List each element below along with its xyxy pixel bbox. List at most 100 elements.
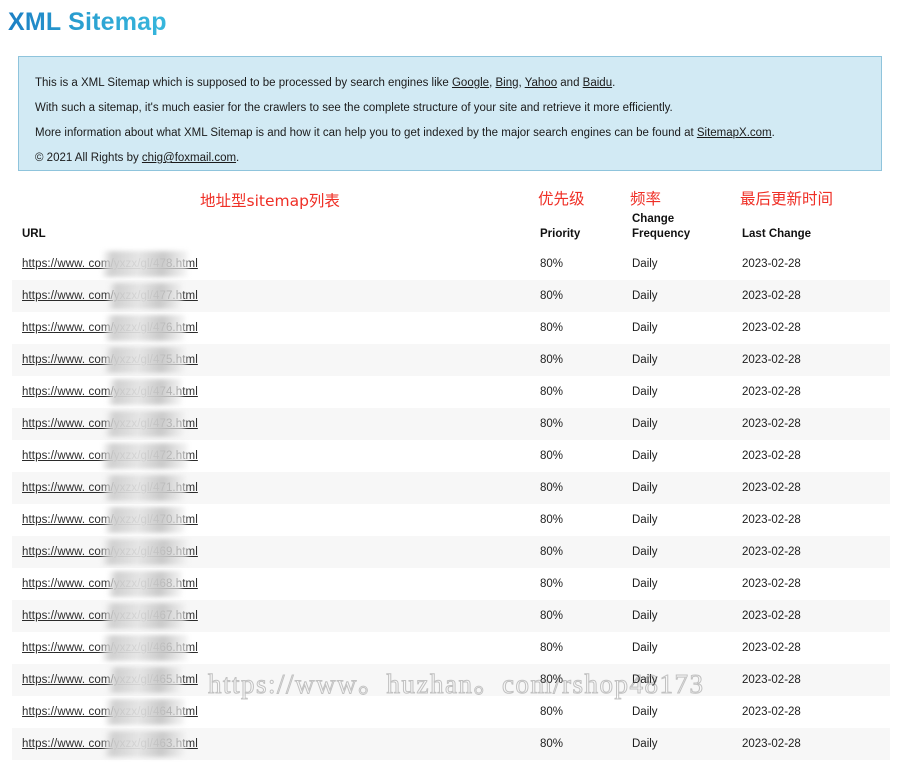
cell-url: https://www. com/yxzx/gl/470.html	[12, 504, 530, 536]
cell-frequency: Daily	[622, 600, 732, 632]
cell-priority: 80%	[530, 312, 622, 344]
cell-url: https://www. com/yxzx/gl/478.html	[12, 248, 530, 280]
url-link[interactable]: https://www. com/yxzx/gl/468.html	[22, 578, 198, 590]
cell-url: https://www. com/yxzx/gl/467.html	[12, 600, 530, 632]
url-link[interactable]: https://www. com/yxzx/gl/470.html	[22, 514, 198, 526]
info-line-1-text: This is a XML Sitemap which is supposed …	[35, 77, 452, 89]
sitemapx-link[interactable]: SitemapX.com	[697, 127, 772, 139]
cell-last-change: 2023-02-28	[732, 312, 890, 344]
table-row: https://www. com/yxzx/gl/470.html 80% Dail…	[12, 504, 890, 536]
baidu-link[interactable]: Baidu	[583, 77, 612, 89]
table-row: https://www. com/yxzx/gl/474.html 80% Dail…	[12, 376, 890, 408]
cell-frequency: Daily	[622, 728, 732, 760]
annotation-frequency: 频率	[630, 190, 662, 208]
column-header-frequency-label: Frequency	[632, 228, 691, 240]
column-header-priority[interactable]: 优先级 Priority	[530, 182, 622, 248]
url-link[interactable]: https://www. com/yxzx/gl/474.html	[22, 386, 198, 398]
author-email-link[interactable]: chig@foxmail.com	[142, 152, 236, 164]
info-line-3-text: More information about what XML Sitemap …	[35, 127, 697, 139]
url-link[interactable]: https://www. com/yxzx/gl/465.html	[22, 674, 198, 686]
table-row: https://www. com/yxzx/gl/467.html 80% Dail…	[12, 600, 890, 632]
cell-priority: 80%	[530, 344, 622, 376]
url-link[interactable]: https://www. com/yxzx/gl/475.html	[22, 354, 198, 366]
cell-frequency: Daily	[622, 472, 732, 504]
table-row: https://www. com/yxzx/gl/478.html 80% Dail…	[12, 248, 890, 280]
cell-frequency: Daily	[622, 312, 732, 344]
url-link[interactable]: https://www. com/yxzx/gl/472.html	[22, 450, 198, 462]
cell-last-change: 2023-02-28	[732, 408, 890, 440]
cell-url: https://www. com/yxzx/gl/477.html	[12, 280, 530, 312]
url-link[interactable]: https://www. com/yxzx/gl/469.html	[22, 546, 198, 558]
cell-last-change: 2023-02-28	[732, 280, 890, 312]
sitemap-info-box: This is a XML Sitemap which is supposed …	[18, 56, 882, 171]
table-row: https://www. com/yxzx/gl/471.html 80% Dail…	[12, 472, 890, 504]
column-header-url[interactable]: 地址型sitemap列表 URL	[12, 182, 530, 248]
annotation-priority: 优先级	[538, 190, 585, 208]
info-line-1: This is a XML Sitemap which is supposed …	[35, 71, 865, 96]
cell-frequency: Daily	[622, 440, 732, 472]
cell-last-change: 2023-02-28	[732, 376, 890, 408]
cell-priority: 80%	[530, 632, 622, 664]
cell-frequency: Daily	[622, 568, 732, 600]
cell-url: https://www. com/yxzx/gl/472.html	[12, 440, 530, 472]
column-header-last-change-label: Last Change	[742, 228, 812, 240]
page-title: XML Sitemap	[8, 8, 167, 36]
url-link[interactable]: https://www. com/yxzx/gl/471.html	[22, 482, 198, 494]
cell-url: https://www. com/yxzx/gl/476.html	[12, 312, 530, 344]
cell-url: https://www. com/yxzx/gl/475.html	[12, 344, 530, 376]
url-link[interactable]: https://www. com/yxzx/gl/466.html	[22, 642, 198, 654]
cell-priority: 80%	[530, 504, 622, 536]
google-link[interactable]: Google	[452, 77, 489, 89]
cell-last-change: 2023-02-28	[732, 728, 890, 760]
cell-priority: 80%	[530, 568, 622, 600]
xml-sitemap-page: XML Sitemap This is a XML Sitemap which …	[0, 0, 900, 762]
column-header-change-label: Change	[632, 213, 675, 225]
column-header-change-frequency[interactable]: 频率 Change Frequency	[622, 182, 732, 248]
table-row: https://www. com/yxzx/gl/463.html 80% Dail…	[12, 728, 890, 760]
cell-priority: 80%	[530, 696, 622, 728]
annotation-last-change: 最后更新时间	[740, 190, 834, 208]
url-link[interactable]: https://www. com/yxzx/gl/464.html	[22, 706, 198, 718]
table-row: https://www. com/yxzx/gl/464.html 80% Dail…	[12, 696, 890, 728]
yahoo-link[interactable]: Yahoo	[525, 77, 557, 89]
cell-last-change: 2023-02-28	[732, 600, 890, 632]
column-header-last-change[interactable]: 最后更新时间 Last Change	[732, 182, 890, 248]
info-line-1-end: .	[612, 77, 616, 89]
cell-frequency: Daily	[622, 408, 732, 440]
url-link[interactable]: https://www. com/yxzx/gl/477.html	[22, 290, 198, 302]
url-link[interactable]: https://www. com/yxzx/gl/476.html	[22, 322, 198, 334]
copyright-end: .	[236, 152, 240, 164]
cell-priority: 80%	[530, 600, 622, 632]
column-header-url-label: URL	[22, 228, 46, 240]
table-row: https://www. com/yxzx/gl/472.html 80% Dail…	[12, 440, 890, 472]
cell-last-change: 2023-02-28	[732, 664, 890, 696]
cell-frequency: Daily	[622, 696, 732, 728]
cell-url: https://www. com/yxzx/gl/471.html	[12, 472, 530, 504]
cell-priority: 80%	[530, 280, 622, 312]
cell-priority: 80%	[530, 536, 622, 568]
copyright-text: © 2021 All Rights by	[35, 152, 142, 164]
annotation-sitemap-list: 地址型sitemap列表	[200, 192, 340, 210]
url-link[interactable]: https://www. com/yxzx/gl/463.html	[22, 738, 198, 750]
cell-url: https://www. com/yxzx/gl/474.html	[12, 376, 530, 408]
cell-last-change: 2023-02-28	[732, 472, 890, 504]
table-row: https://www. com/yxzx/gl/469.html 80% Dail…	[12, 536, 890, 568]
url-link[interactable]: https://www. com/yxzx/gl/478.html	[22, 258, 198, 270]
url-link[interactable]: https://www. com/yxzx/gl/467.html	[22, 610, 198, 622]
url-link[interactable]: https://www. com/yxzx/gl/473.html	[22, 418, 198, 430]
cell-last-change: 2023-02-28	[732, 344, 890, 376]
cell-priority: 80%	[530, 472, 622, 504]
cell-last-change: 2023-02-28	[732, 440, 890, 472]
table-row: https://www. com/yxzx/gl/466.html 80% Dail…	[12, 632, 890, 664]
cell-priority: 80%	[530, 376, 622, 408]
table-row: https://www. com/yxzx/gl/473.html 80% Dail…	[12, 408, 890, 440]
column-header-priority-label: Priority	[540, 228, 581, 240]
cell-frequency: Daily	[622, 248, 732, 280]
table-header: 地址型sitemap列表 URL 优先级 Priority 频率 Change …	[12, 182, 890, 248]
bing-link[interactable]: Bing	[495, 77, 518, 89]
cell-priority: 80%	[530, 728, 622, 760]
table-header-row: 地址型sitemap列表 URL 优先级 Priority 频率 Change …	[12, 182, 890, 248]
cell-last-change: 2023-02-28	[732, 568, 890, 600]
cell-priority: 80%	[530, 440, 622, 472]
cell-last-change: 2023-02-28	[732, 504, 890, 536]
